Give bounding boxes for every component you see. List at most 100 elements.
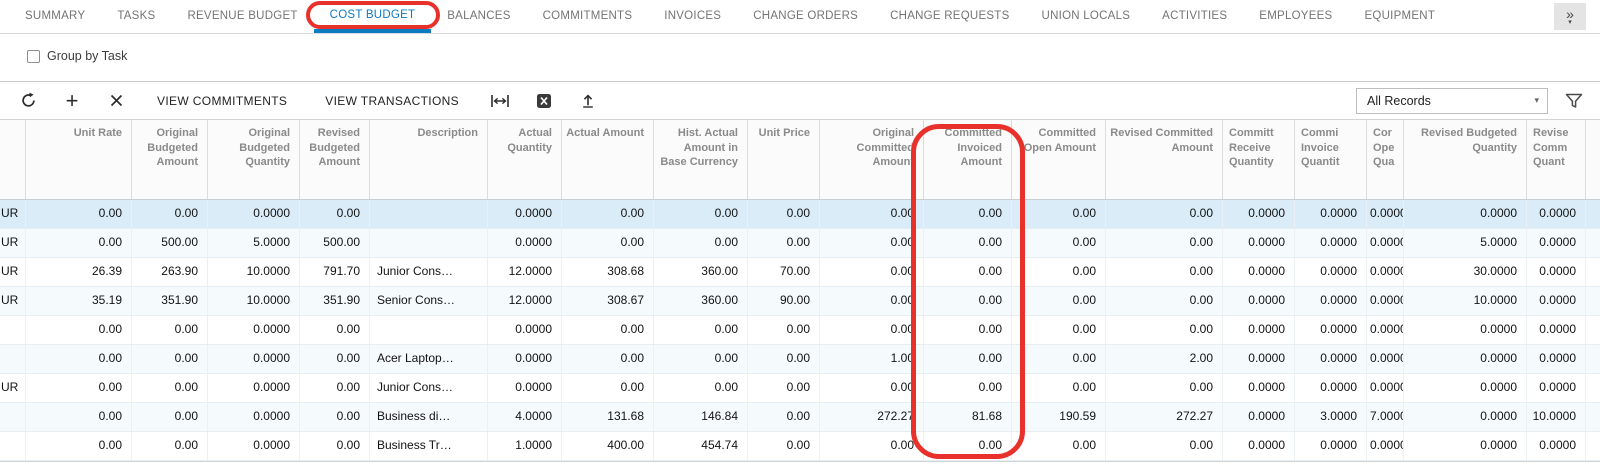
- cell-revised-committed-amount[interactable]: 0.00: [1106, 229, 1223, 257]
- cell-committed-open-amount[interactable]: 0.00: [1012, 316, 1106, 344]
- cell-unit-rate[interactable]: 0.00: [26, 316, 132, 344]
- cell-committed-invoiced-quantity[interactable]: 0.0000: [1295, 258, 1367, 286]
- cell-description[interactable]: [370, 229, 488, 257]
- cell-description[interactable]: [370, 316, 488, 344]
- cell-committed-open-quantity[interactable]: 0.0000: [1367, 229, 1404, 257]
- cell-original-budgeted-quantity[interactable]: 10.0000: [208, 258, 300, 286]
- cell-revised-committed-amount[interactable]: 0.00: [1106, 258, 1223, 286]
- upload-button[interactable]: [566, 86, 610, 116]
- cell-revised-committed-amount[interactable]: 0.00: [1106, 200, 1223, 228]
- tab-summary[interactable]: SUMMARY: [9, 0, 101, 33]
- cell-actual-amount[interactable]: 308.68: [562, 258, 654, 286]
- cell-revised-budgeted-amount[interactable]: 500.00: [300, 229, 370, 257]
- cell-uom[interactable]: [0, 403, 26, 431]
- column-header-committed-invoiced-quantity[interactable]: Commi Invoice Quantit: [1295, 120, 1367, 199]
- tab-equipment[interactable]: EQUIPMENT: [1348, 0, 1451, 33]
- cell-actual-amount[interactable]: 0.00: [562, 316, 654, 344]
- tab-employees[interactable]: EMPLOYEES: [1243, 0, 1348, 33]
- cell-uom[interactable]: [0, 432, 26, 460]
- column-header-unit-price[interactable]: Unit Price: [748, 120, 820, 199]
- cell-revised-budgeted-amount[interactable]: 0.00: [300, 345, 370, 373]
- column-header-revised-budgeted-quantity[interactable]: Revised Budgeted Quantity: [1404, 120, 1527, 199]
- cell-revised-budgeted-quantity[interactable]: 0.0000: [1404, 345, 1527, 373]
- cell-original-budgeted-amount[interactable]: 0.00: [132, 200, 208, 228]
- cell-revised-budgeted-quantity[interactable]: 0.0000: [1404, 316, 1527, 344]
- column-header-committed-open-quantity[interactable]: Cor Ope Qua: [1367, 120, 1404, 199]
- cell-committed-invoiced-amount[interactable]: 0.00: [924, 258, 1012, 286]
- cell-committed-open-amount[interactable]: 0.00: [1012, 374, 1106, 402]
- cell-original-budgeted-amount[interactable]: 500.00: [132, 229, 208, 257]
- cell-original-budgeted-amount[interactable]: 0.00: [132, 403, 208, 431]
- table-row[interactable]: 0.000.000.00000.00Business di…4.0000131.…: [0, 403, 1600, 432]
- cell-hist-actual-amount-in-base-currency[interactable]: 0.00: [654, 345, 748, 373]
- column-header-original-budgeted-amount[interactable]: Original Budgeted Amount: [132, 120, 208, 199]
- cell-unit-rate[interactable]: 0.00: [26, 403, 132, 431]
- column-header-revised-committed-amount[interactable]: Revised Committed Amount: [1106, 120, 1223, 199]
- cell-unit-price[interactable]: 90.00: [748, 287, 820, 315]
- cell-revised-committed-amount[interactable]: 0.00: [1106, 432, 1223, 460]
- cell-original-budgeted-amount[interactable]: 0.00: [132, 374, 208, 402]
- cell-committed-received-quantity[interactable]: 0.0000: [1223, 229, 1295, 257]
- cell-unit-price[interactable]: 0.00: [748, 316, 820, 344]
- cell-actual-quantity[interactable]: 0.0000: [488, 229, 562, 257]
- cell-committed-received-quantity[interactable]: 0.0000: [1223, 374, 1295, 402]
- column-header-committed-invoiced-amount[interactable]: Committed Invoiced Amount: [924, 120, 1012, 199]
- tab-change-orders[interactable]: CHANGE ORDERS: [737, 0, 874, 33]
- cell-actual-amount[interactable]: 0.00: [562, 374, 654, 402]
- column-header-description[interactable]: Description: [370, 120, 488, 199]
- cell-revised-budgeted-amount[interactable]: 0.00: [300, 403, 370, 431]
- cell-revised-committed-quantity[interactable]: 0.0000: [1527, 345, 1586, 373]
- cell-revised-budgeted-amount[interactable]: 791.70: [300, 258, 370, 286]
- cell-hist-actual-amount-in-base-currency[interactable]: 0.00: [654, 374, 748, 402]
- group-by-task-checkbox[interactable]: Group by Task: [27, 49, 127, 63]
- cell-committed-open-quantity[interactable]: 0.0000: [1367, 287, 1404, 315]
- view-commitments-button[interactable]: VIEW COMMITMENTS: [151, 93, 293, 109]
- cell-actual-quantity[interactable]: 0.0000: [488, 200, 562, 228]
- cell-committed-invoiced-amount[interactable]: 0.00: [924, 374, 1012, 402]
- cell-committed-received-quantity[interactable]: 0.0000: [1223, 345, 1295, 373]
- tab-activities[interactable]: ACTIVITIES: [1146, 0, 1243, 33]
- cell-original-budgeted-amount[interactable]: 0.00: [132, 432, 208, 460]
- cell-revised-committed-amount[interactable]: 0.00: [1106, 374, 1223, 402]
- column-header-uom[interactable]: [0, 120, 26, 199]
- cell-description[interactable]: [370, 200, 488, 228]
- table-row[interactable]: 0.000.000.00000.00Business Tr…1.0000400.…: [0, 432, 1600, 461]
- table-row[interactable]: 0.000.000.00000.000.00000.000.000.000.00…: [0, 316, 1600, 345]
- column-header-actual-amount[interactable]: Actual Amount: [562, 120, 654, 199]
- cell-actual-amount[interactable]: 308.67: [562, 287, 654, 315]
- tab-invoices[interactable]: INVOICES: [648, 0, 737, 33]
- cell-original-committed-amount[interactable]: 0.00: [820, 316, 924, 344]
- column-header-hist-actual-amount-in-base-currency[interactable]: Hist. Actual Amount in Base Currency: [654, 120, 748, 199]
- cell-committed-received-quantity[interactable]: 0.0000: [1223, 258, 1295, 286]
- refresh-button[interactable]: [6, 86, 50, 116]
- cell-original-budgeted-quantity[interactable]: 0.0000: [208, 374, 300, 402]
- cell-revised-budgeted-amount[interactable]: 351.90: [300, 287, 370, 315]
- table-row[interactable]: UR0.000.000.00000.000.00000.000.000.000.…: [0, 200, 1600, 229]
- cell-committed-invoiced-quantity[interactable]: 0.0000: [1295, 229, 1367, 257]
- table-row[interactable]: 0.000.000.00000.00Acer Laptop…0.00000.00…: [0, 345, 1600, 374]
- cell-hist-actual-amount-in-base-currency[interactable]: 0.00: [654, 316, 748, 344]
- cell-unit-rate[interactable]: 0.00: [26, 200, 132, 228]
- cell-committed-invoiced-quantity[interactable]: 0.0000: [1295, 345, 1367, 373]
- checkbox-icon[interactable]: [27, 50, 40, 63]
- cell-original-committed-amount[interactable]: 0.00: [820, 374, 924, 402]
- cell-actual-amount[interactable]: 0.00: [562, 345, 654, 373]
- records-filter-dropdown[interactable]: All Records ▾: [1356, 88, 1548, 114]
- tab-union-locals[interactable]: UNION LOCALS: [1026, 0, 1147, 33]
- cell-original-budgeted-amount[interactable]: 0.00: [132, 345, 208, 373]
- cell-revised-committed-quantity[interactable]: 0.0000: [1527, 258, 1586, 286]
- export-excel-button[interactable]: [522, 86, 566, 116]
- cell-description[interactable]: Junior Cons…: [370, 374, 488, 402]
- cell-committed-invoiced-quantity[interactable]: 0.0000: [1295, 432, 1367, 460]
- table-row[interactable]: UR26.39263.9010.0000791.70Junior Cons…12…: [0, 258, 1600, 287]
- cell-revised-budgeted-amount[interactable]: 0.00: [300, 316, 370, 344]
- cell-actual-quantity[interactable]: 12.0000: [488, 287, 562, 315]
- cell-description[interactable]: Acer Laptop…: [370, 345, 488, 373]
- column-header-committed-received-quantity[interactable]: Committ Receive Quantity: [1223, 120, 1295, 199]
- cell-committed-open-amount[interactable]: 0.00: [1012, 287, 1106, 315]
- column-header-actual-quantity[interactable]: Actual Quantity: [488, 120, 562, 199]
- cell-uom[interactable]: UR: [0, 200, 26, 228]
- cell-unit-price[interactable]: 0.00: [748, 345, 820, 373]
- cell-committed-open-quantity[interactable]: 0.0000: [1367, 200, 1404, 228]
- cell-revised-budgeted-quantity[interactable]: 10.0000: [1404, 287, 1527, 315]
